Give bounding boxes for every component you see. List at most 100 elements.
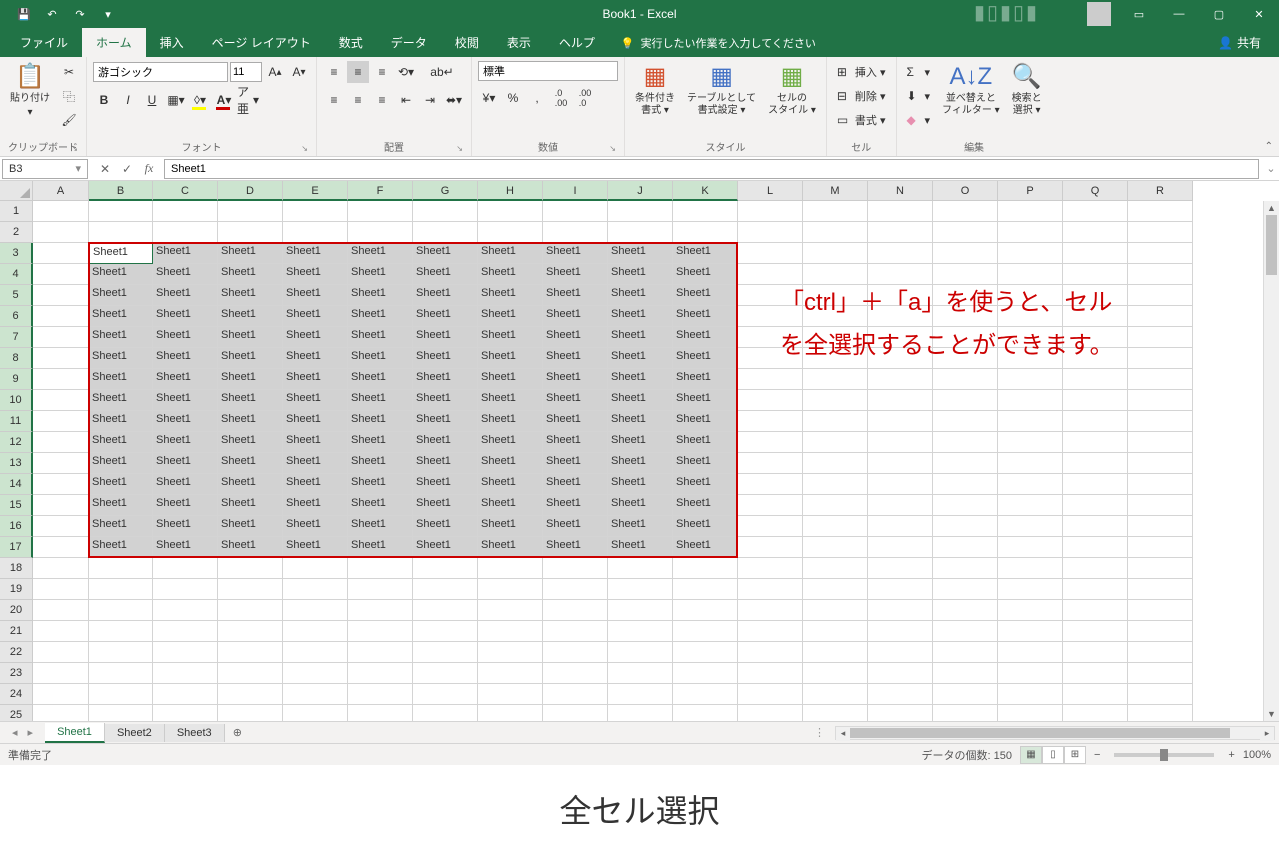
cell-H20[interactable] bbox=[478, 600, 543, 621]
cell-J20[interactable] bbox=[608, 600, 673, 621]
column-header-E[interactable]: E bbox=[283, 181, 348, 201]
cell-H1[interactable] bbox=[478, 201, 543, 222]
cancel-edit-button[interactable]: ✕ bbox=[94, 159, 116, 179]
cell-G16[interactable]: Sheet1 bbox=[413, 516, 478, 537]
tab-formulas[interactable]: 数式 bbox=[325, 28, 377, 57]
cell-O11[interactable] bbox=[933, 411, 998, 432]
cell-G2[interactable] bbox=[413, 222, 478, 243]
cell-R9[interactable] bbox=[1128, 369, 1193, 390]
percent-format-button[interactable]: % bbox=[502, 87, 524, 109]
cell-B9[interactable]: Sheet1 bbox=[89, 369, 153, 390]
add-sheet-button[interactable]: ⊕ bbox=[225, 723, 250, 742]
cell-M13[interactable] bbox=[803, 453, 868, 474]
row-header-4[interactable]: 4 bbox=[0, 264, 33, 285]
cell-H5[interactable]: Sheet1 bbox=[478, 285, 543, 306]
cell-R24[interactable] bbox=[1128, 684, 1193, 705]
column-header-K[interactable]: K bbox=[673, 181, 738, 201]
cell-I18[interactable] bbox=[543, 558, 608, 579]
insert-function-button[interactable]: fx bbox=[138, 159, 160, 179]
cell-R21[interactable] bbox=[1128, 621, 1193, 642]
cell-R5[interactable] bbox=[1128, 285, 1193, 306]
row-header-6[interactable]: 6 bbox=[0, 306, 33, 327]
cell-H21[interactable] bbox=[478, 621, 543, 642]
cell-M23[interactable] bbox=[803, 663, 868, 684]
decrease-decimal-button[interactable]: .00.0 bbox=[574, 87, 596, 109]
cell-O9[interactable] bbox=[933, 369, 998, 390]
tab-review[interactable]: 校閲 bbox=[441, 28, 493, 57]
cell-L23[interactable] bbox=[738, 663, 803, 684]
vertical-scrollbar[interactable]: ▲ ▼ bbox=[1263, 201, 1279, 721]
cell-E10[interactable]: Sheet1 bbox=[283, 390, 348, 411]
cell-A10[interactable] bbox=[33, 390, 89, 411]
cell-J15[interactable]: Sheet1 bbox=[608, 495, 673, 516]
cell-D4[interactable]: Sheet1 bbox=[218, 264, 283, 285]
share-button[interactable]: 👤 共有 bbox=[1212, 28, 1267, 57]
column-header-G[interactable]: G bbox=[413, 181, 478, 201]
cell-P12[interactable] bbox=[998, 432, 1063, 453]
tell-me-search[interactable]: 💡 実行したい作業を入力してください bbox=[609, 29, 828, 57]
sheet-nav-prev[interactable]: ◂ bbox=[8, 726, 22, 739]
cell-H3[interactable]: Sheet1 bbox=[478, 243, 543, 264]
cell-I14[interactable]: Sheet1 bbox=[543, 474, 608, 495]
cell-K12[interactable]: Sheet1 bbox=[673, 432, 738, 453]
row-header-11[interactable]: 11 bbox=[0, 411, 33, 432]
cell-N2[interactable] bbox=[868, 222, 933, 243]
align-left-button[interactable]: ≡ bbox=[323, 89, 345, 111]
cell-J10[interactable]: Sheet1 bbox=[608, 390, 673, 411]
cell-G17[interactable]: Sheet1 bbox=[413, 537, 478, 558]
cell-E25[interactable] bbox=[283, 705, 348, 721]
cell-N10[interactable] bbox=[868, 390, 933, 411]
cell-A17[interactable] bbox=[33, 537, 89, 558]
cell-M19[interactable] bbox=[803, 579, 868, 600]
format-painter-button[interactable]: 🖌 bbox=[58, 109, 80, 131]
alignment-dialog-launcher[interactable]: ↘ bbox=[456, 144, 463, 153]
cell-G10[interactable]: Sheet1 bbox=[413, 390, 478, 411]
borders-button[interactable]: ▦▾ bbox=[165, 89, 187, 111]
cell-I15[interactable]: Sheet1 bbox=[543, 495, 608, 516]
cell-H24[interactable] bbox=[478, 684, 543, 705]
cell-K16[interactable]: Sheet1 bbox=[673, 516, 738, 537]
column-header-C[interactable]: C bbox=[153, 181, 218, 201]
cell-O23[interactable] bbox=[933, 663, 998, 684]
cell-D21[interactable] bbox=[218, 621, 283, 642]
cell-A24[interactable] bbox=[33, 684, 89, 705]
user-avatar[interactable] bbox=[1087, 2, 1111, 26]
cell-L9[interactable] bbox=[738, 369, 803, 390]
cell-O24[interactable] bbox=[933, 684, 998, 705]
conditional-format-button[interactable]: ▦ 条件付き 書式 ▾ bbox=[631, 61, 679, 119]
cell-I9[interactable]: Sheet1 bbox=[543, 369, 608, 390]
cell-J22[interactable] bbox=[608, 642, 673, 663]
cell-H4[interactable]: Sheet1 bbox=[478, 264, 543, 285]
row-header-19[interactable]: 19 bbox=[0, 579, 33, 600]
cell-A7[interactable] bbox=[33, 327, 89, 348]
row-header-21[interactable]: 21 bbox=[0, 621, 33, 642]
cell-B14[interactable]: Sheet1 bbox=[89, 474, 153, 495]
cell-C17[interactable]: Sheet1 bbox=[153, 537, 218, 558]
cell-P19[interactable] bbox=[998, 579, 1063, 600]
cell-F20[interactable] bbox=[348, 600, 413, 621]
cell-I8[interactable]: Sheet1 bbox=[543, 348, 608, 369]
cell-F6[interactable]: Sheet1 bbox=[348, 306, 413, 327]
cell-K11[interactable]: Sheet1 bbox=[673, 411, 738, 432]
cell-I13[interactable]: Sheet1 bbox=[543, 453, 608, 474]
cell-R12[interactable] bbox=[1128, 432, 1193, 453]
cell-L15[interactable] bbox=[738, 495, 803, 516]
cell-R8[interactable] bbox=[1128, 348, 1193, 369]
cell-R2[interactable] bbox=[1128, 222, 1193, 243]
cell-P20[interactable] bbox=[998, 600, 1063, 621]
cell-M10[interactable] bbox=[803, 390, 868, 411]
cell-I16[interactable]: Sheet1 bbox=[543, 516, 608, 537]
column-header-L[interactable]: L bbox=[738, 181, 803, 201]
cell-P22[interactable] bbox=[998, 642, 1063, 663]
cell-C22[interactable] bbox=[153, 642, 218, 663]
confirm-edit-button[interactable]: ✓ bbox=[116, 159, 138, 179]
cell-H19[interactable] bbox=[478, 579, 543, 600]
decrease-font-button[interactable]: A▾ bbox=[288, 61, 310, 83]
cell-Q1[interactable] bbox=[1063, 201, 1128, 222]
cell-J2[interactable] bbox=[608, 222, 673, 243]
cell-Q14[interactable] bbox=[1063, 474, 1128, 495]
cell-Q9[interactable] bbox=[1063, 369, 1128, 390]
cell-Q2[interactable] bbox=[1063, 222, 1128, 243]
cell-K7[interactable]: Sheet1 bbox=[673, 327, 738, 348]
cell-P9[interactable] bbox=[998, 369, 1063, 390]
